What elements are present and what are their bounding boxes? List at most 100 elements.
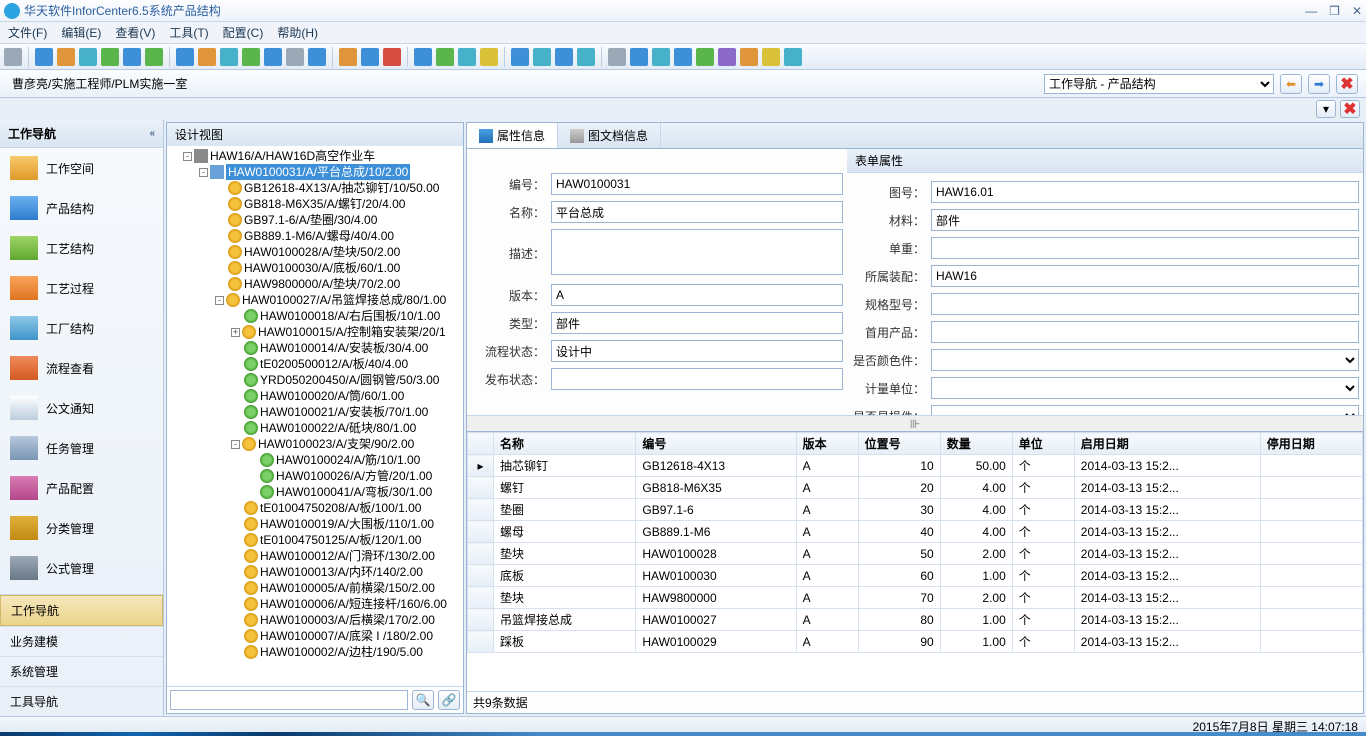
tool-icon[interactable] [740, 48, 758, 66]
sidebar-item[interactable]: 产品结构 [0, 188, 163, 228]
tree-node[interactable]: GB818-M6X35/A/螺钉/20/4.00 [244, 196, 405, 212]
horizontal-scrollbar[interactable]: ⊪ [467, 415, 1363, 431]
field-material[interactable] [931, 209, 1359, 231]
tool-icon[interactable] [264, 48, 282, 66]
table-header[interactable]: 编号 [636, 433, 796, 455]
table-row[interactable]: 底板HAW0100030A601.00个2014-03-13 15:2... [468, 565, 1363, 587]
close-nav-button[interactable]: ✖ [1336, 74, 1358, 94]
tab-properties[interactable]: 属性信息 [467, 123, 558, 149]
delete-icon[interactable] [383, 48, 401, 66]
tool-icon[interactable] [145, 48, 163, 66]
tree-node[interactable]: HAW0100026/A/方管/20/1.00 [276, 468, 432, 484]
tree-search-input[interactable] [170, 690, 408, 710]
tool-icon[interactable] [718, 48, 736, 66]
sidebar-item[interactable]: 公文通知 [0, 388, 163, 428]
sidebar-item[interactable]: 流程查看 [0, 348, 163, 388]
field-desc[interactable] [551, 229, 843, 275]
table-row[interactable]: 吊篮焊接总成HAW0100027A801.00个2014-03-13 15:2.… [468, 609, 1363, 631]
table-header[interactable]: 单位 [1012, 433, 1074, 455]
menu-edit[interactable]: 编辑(E) [61, 24, 101, 41]
table-row[interactable]: 螺母GB889.1-M6A404.00个2014-03-13 15:2... [468, 521, 1363, 543]
tool-icon[interactable] [511, 48, 529, 66]
menu-tool[interactable]: 工具(T) [169, 24, 208, 41]
tool-icon[interactable] [198, 48, 216, 66]
sidebar-item[interactable]: 工艺过程 [0, 268, 163, 308]
field-version[interactable] [551, 284, 843, 306]
link-icon[interactable]: 🔗 [438, 690, 460, 710]
copy-icon[interactable] [361, 48, 379, 66]
table-header[interactable]: 启用日期 [1074, 433, 1260, 455]
tool-icon[interactable] [308, 48, 326, 66]
menu-file[interactable]: 文件(F) [8, 24, 47, 41]
tool-icon[interactable] [674, 48, 692, 66]
tool-icon[interactable] [176, 48, 194, 66]
back-button[interactable]: ⬅ [1280, 74, 1302, 94]
tree-node[interactable]: HAW0100014/A/安装板/30/4.00 [260, 340, 428, 356]
sidebar-item[interactable]: 工艺结构 [0, 228, 163, 268]
nav-selector[interactable]: 工作导航 - 产品结构 [1044, 74, 1274, 94]
collapse-icon[interactable]: « [149, 128, 155, 139]
tool-icon[interactable] [286, 48, 304, 66]
table-header[interactable]: 名称 [494, 433, 636, 455]
tab-documents[interactable]: 图文档信息 [558, 123, 661, 148]
tool-icon[interactable] [242, 48, 260, 66]
field-first-product[interactable] [931, 321, 1359, 343]
tree-node[interactable]: HAW0100041/A/弯板/30/1.00 [276, 484, 432, 500]
field-spec[interactable] [931, 293, 1359, 315]
close-button[interactable]: ✕ [1352, 4, 1362, 18]
menu-help[interactable]: 帮助(H) [277, 24, 318, 41]
tool-icon[interactable] [101, 48, 119, 66]
field-parent-asm[interactable] [931, 265, 1359, 287]
sidebar-item[interactable]: 公式管理 [0, 548, 163, 588]
tool-icon[interactable] [533, 48, 551, 66]
table-row[interactable]: 踩板HAW0100029A901.00个2014-03-13 15:2... [468, 631, 1363, 653]
bom-table[interactable]: 名称编号版本位置号数量单位启用日期停用日期 ▸抽芯铆钉GB12618-4X13A… [467, 432, 1363, 653]
tool-icon[interactable] [4, 48, 22, 66]
maximize-button[interactable]: ❐ [1329, 4, 1340, 18]
field-name[interactable] [551, 201, 843, 223]
tool-icon[interactable] [608, 48, 626, 66]
tree-node[interactable]: YRD050200450/A/圆钢管/50/3.00 [260, 372, 439, 388]
tree-node[interactable]: HAW0100023/A/支架/90/2.00 [258, 436, 414, 452]
tree-node[interactable]: HAW0100024/A/筋/10/1.00 [276, 452, 420, 468]
tool-icon[interactable] [79, 48, 97, 66]
tree-node[interactable]: HAW0100030/A/底板/60/1.00 [244, 260, 400, 276]
sidebar-item[interactable]: 产品配置 [0, 468, 163, 508]
tool-icon[interactable] [123, 48, 141, 66]
expand-icon[interactable]: - [199, 168, 208, 177]
field-unit[interactable] [931, 377, 1359, 399]
tree-node[interactable]: HAW0100007/A/底梁 I /180/2.00 [260, 628, 433, 644]
tree-node[interactable]: HAW0100018/A/右后围板/10/1.00 [260, 308, 440, 324]
tree-node[interactable]: HAW0100012/A/门滑环/130/2.00 [260, 548, 435, 564]
field-number[interactable] [551, 173, 843, 195]
tree-node[interactable]: HAW0100027/A/吊篮焊接总成/80/1.00 [242, 292, 446, 308]
menu-config[interactable]: 配置(C) [223, 24, 264, 41]
tree-node[interactable]: HAW0100006/A/短连接杆/160/6.00 [260, 596, 447, 612]
cut-icon[interactable] [339, 48, 357, 66]
expand-icon[interactable]: - [183, 152, 192, 161]
menu-view[interactable]: 查看(V) [115, 24, 155, 41]
tool-icon[interactable] [784, 48, 802, 66]
expand-icon[interactable]: + [231, 328, 240, 337]
tree-node[interactable]: HAW0100013/A/内环/140/2.00 [260, 564, 423, 580]
table-row[interactable]: 垫块HAW0100028A502.00个2014-03-13 15:2... [468, 543, 1363, 565]
sidebar-section[interactable]: 工具导航 [0, 686, 163, 716]
tree-node[interactable]: HAW0100021/A/安装板/70/1.00 [260, 404, 428, 420]
tree-node[interactable]: HAW0100020/A/筒/60/1.00 [260, 388, 404, 404]
sidebar-section[interactable]: 工作导航 [0, 595, 163, 626]
tree-node[interactable]: HAW0100002/A/边柱/190/5.00 [260, 644, 423, 660]
tree-node[interactable]: HAW0100019/A/大围板/110/1.00 [260, 516, 434, 532]
sidebar-section[interactable]: 系统管理 [0, 656, 163, 686]
table-row[interactable]: 螺钉GB818-M6X35A204.00个2014-03-13 15:2... [468, 477, 1363, 499]
tree-node[interactable]: HAW0100005/A/前横梁/150/2.00 [260, 580, 435, 596]
tool-icon[interactable] [458, 48, 476, 66]
close-tab-button[interactable]: ✖ [1340, 100, 1360, 118]
field-drawing-no[interactable] [931, 181, 1359, 203]
tool-icon[interactable] [762, 48, 780, 66]
table-row[interactable]: 垫块HAW9800000A702.00个2014-03-13 15:2... [468, 587, 1363, 609]
table-header[interactable]: 停用日期 [1260, 433, 1362, 455]
dropdown-button[interactable]: ▾ [1316, 100, 1336, 118]
sidebar-item[interactable]: 工作空间 [0, 148, 163, 188]
field-publish-status[interactable] [551, 368, 843, 390]
table-header[interactable]: 版本 [796, 433, 858, 455]
